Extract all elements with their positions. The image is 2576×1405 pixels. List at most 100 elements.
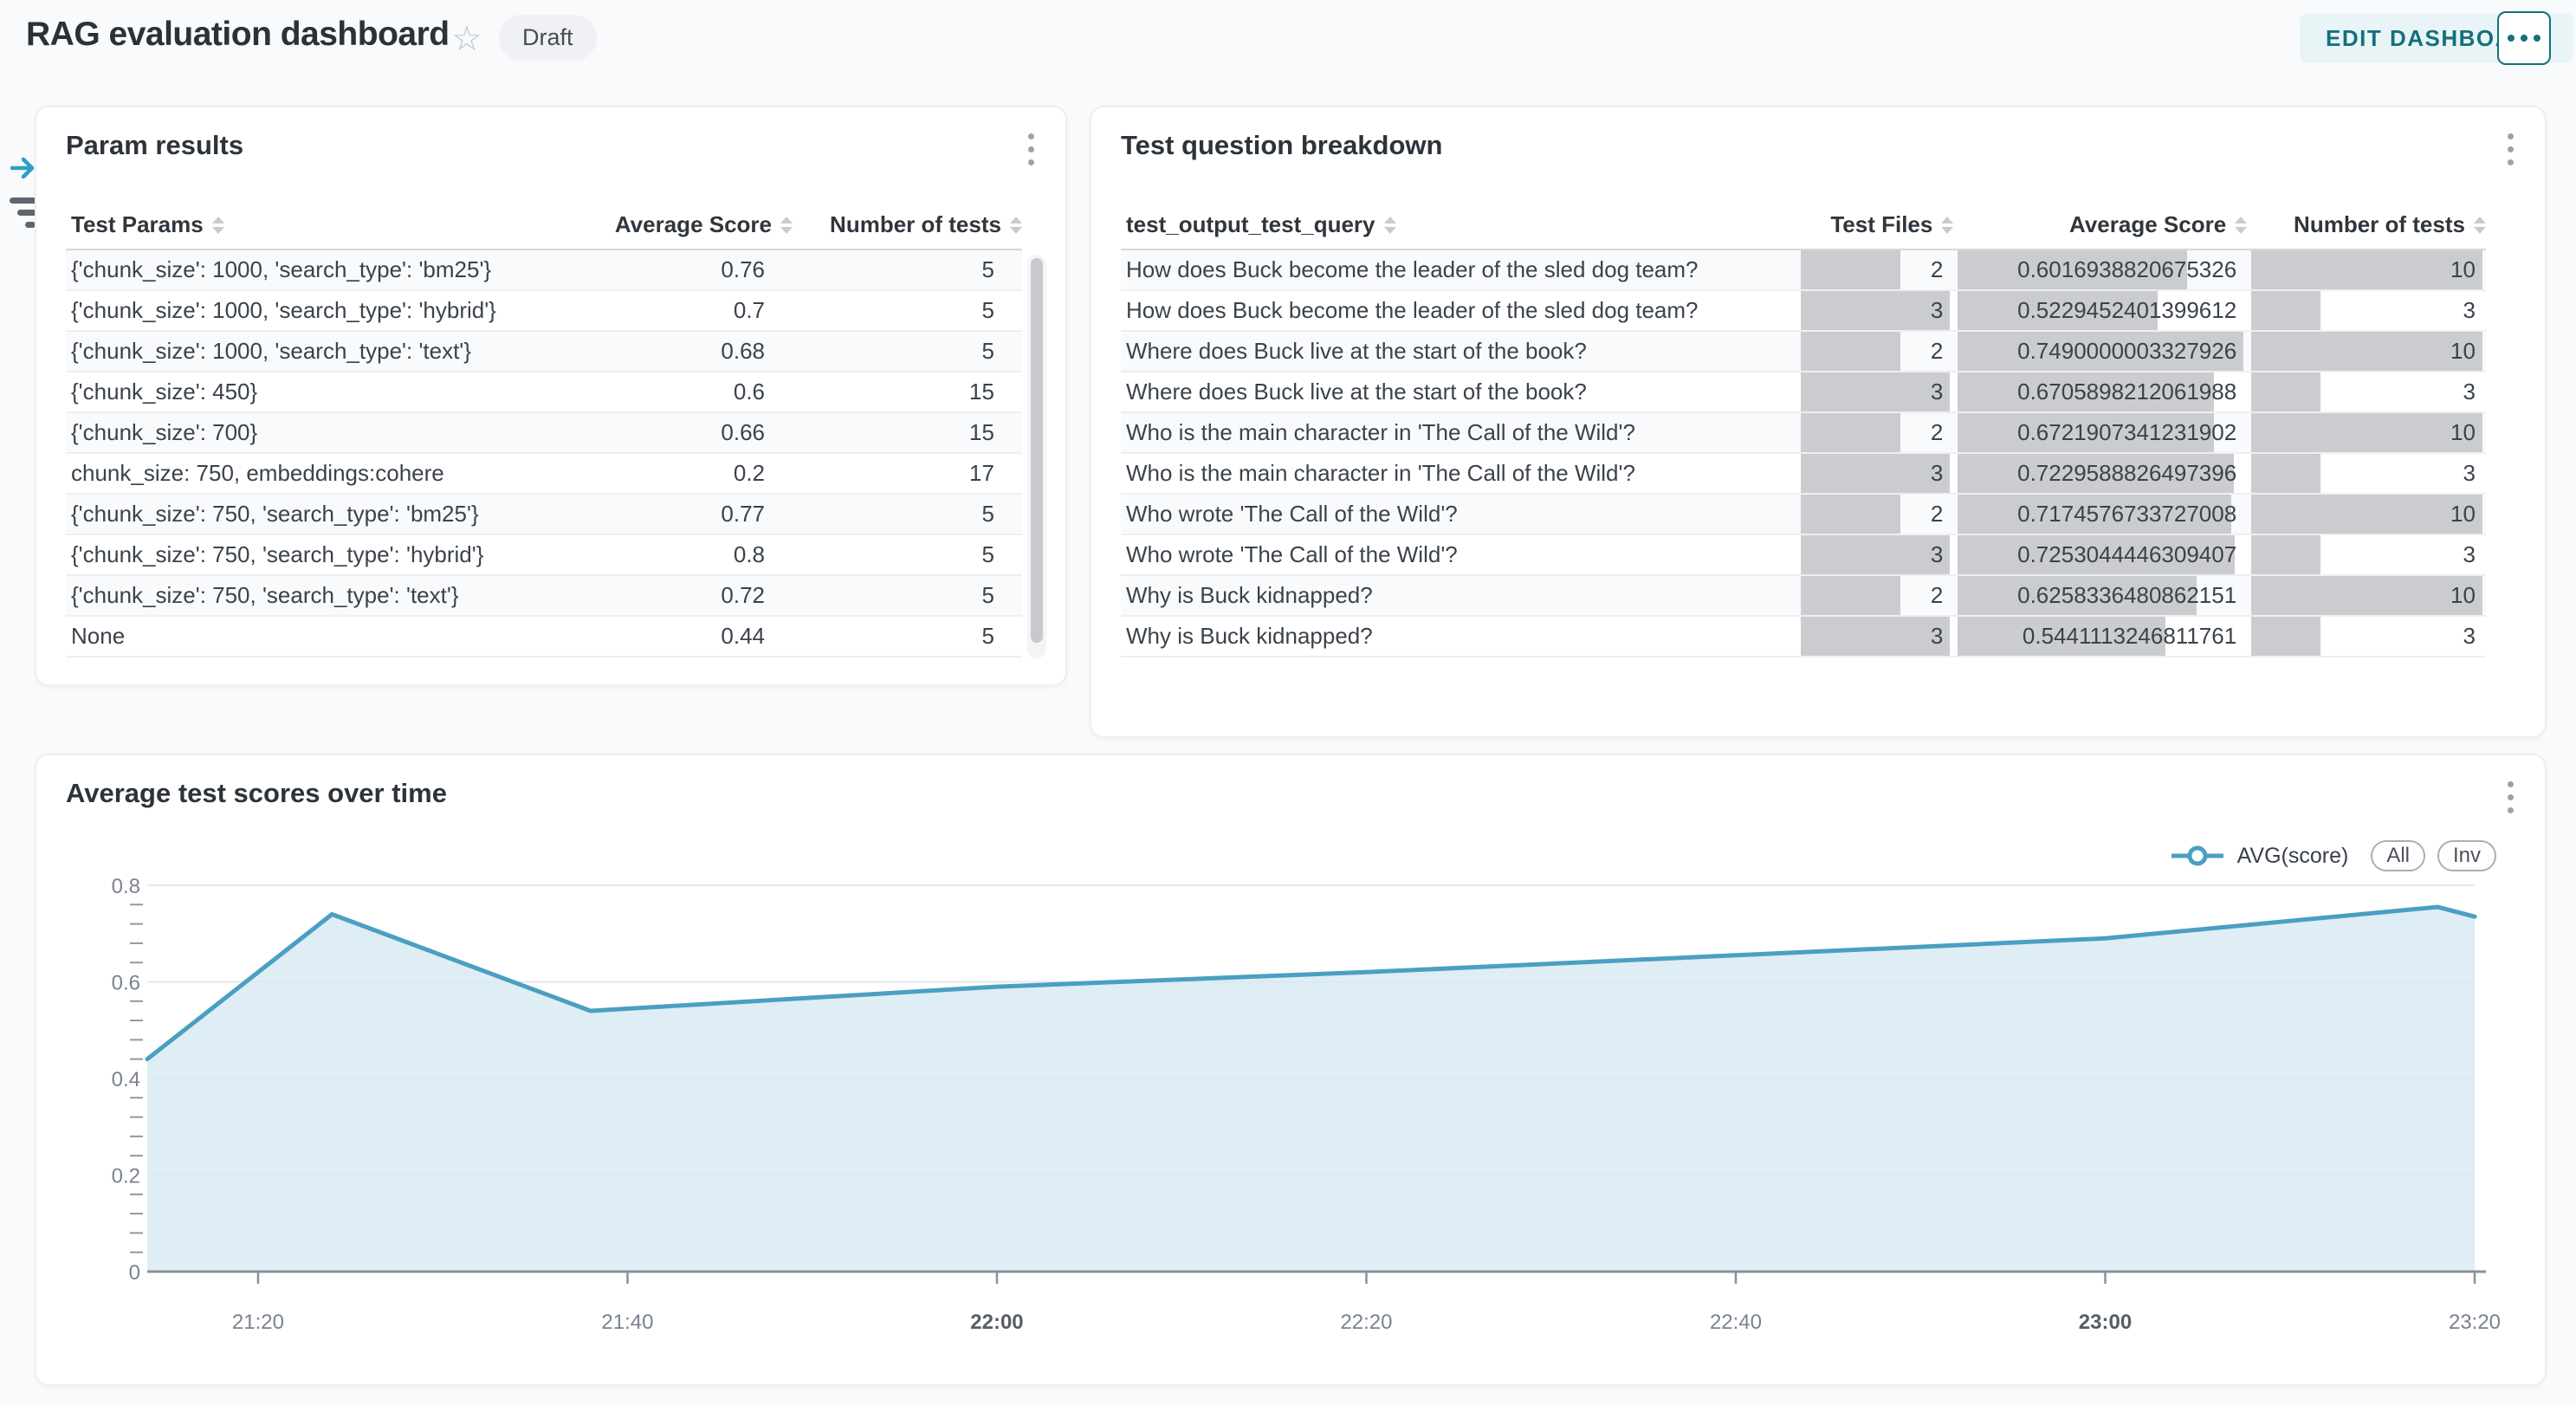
sort-icon[interactable]	[212, 217, 224, 234]
cell-number-of-tests[interactable]: 3	[2247, 617, 2486, 656]
cell-average-score[interactable]: 0.77	[592, 495, 793, 534]
cell-test-files[interactable]: 2	[1796, 332, 1953, 371]
cell-number-of-tests[interactable]: 5	[793, 291, 1022, 330]
column-header-number-of-tests[interactable]: Number of tests	[793, 211, 1022, 238]
cell-number-of-tests[interactable]: 10	[2247, 495, 2486, 534]
table-row[interactable]: Why is Buck kidnapped?20.625833648086215…	[1121, 576, 2486, 617]
cell-test-files[interactable]: 3	[1796, 535, 1953, 574]
cell-test-query[interactable]: Who is the main character in 'The Call o…	[1121, 454, 1796, 493]
cell-test-files[interactable]: 2	[1796, 413, 1953, 452]
cell-test-query[interactable]: Why is Buck kidnapped?	[1121, 576, 1796, 615]
cell-number-of-tests[interactable]: 3	[2247, 291, 2486, 330]
table-row[interactable]: Who is the main character in 'The Call o…	[1121, 413, 2486, 454]
sort-icon[interactable]	[1941, 217, 1953, 234]
column-header-average-score[interactable]: Average Score	[1953, 211, 2247, 238]
scrollbar-thumb[interactable]	[1031, 258, 1043, 643]
cell-average-score[interactable]: 0.2	[592, 454, 793, 493]
column-header-test-files[interactable]: Test Files	[1796, 211, 1953, 238]
favorite-star-icon[interactable]: ☆	[451, 19, 482, 59]
cell-test-params[interactable]: {'chunk_size': 1000, 'search_type': 'tex…	[66, 332, 592, 371]
cell-average-score[interactable]: 0.5229452401399612	[1953, 291, 2247, 330]
cell-average-score[interactable]: 0.7174576733727008	[1953, 495, 2247, 534]
cell-average-score[interactable]: 0.7253044446309407	[1953, 535, 2247, 574]
cell-test-query[interactable]: Why is Buck kidnapped?	[1121, 617, 1796, 656]
sort-icon[interactable]	[1384, 217, 1396, 234]
cell-test-files[interactable]: 2	[1796, 576, 1953, 615]
table-row[interactable]: {'chunk_size': 1000, 'search_type': 'tex…	[66, 332, 1022, 372]
cell-number-of-tests[interactable]: 5	[793, 617, 1022, 656]
cell-average-score[interactable]: 0.76	[592, 250, 793, 289]
cell-test-params[interactable]: {'chunk_size': 750, 'search_type': 'hybr…	[66, 535, 592, 574]
table-row[interactable]: Who wrote 'The Call of the Wild'?30.7253…	[1121, 535, 2486, 576]
cell-test-params[interactable]: {'chunk_size': 700}	[66, 413, 592, 452]
cell-test-query[interactable]: How does Buck become the leader of the s…	[1121, 250, 1796, 289]
cell-test-files[interactable]: 3	[1796, 617, 1953, 656]
table-row[interactable]: {'chunk_size': 700}0.6615	[66, 413, 1022, 454]
table-row[interactable]: How does Buck become the leader of the s…	[1121, 291, 2486, 332]
cell-average-score[interactable]: 0.68	[592, 332, 793, 371]
cell-number-of-tests[interactable]: 10	[2247, 576, 2486, 615]
cell-test-params[interactable]: chunk_size: 750, embeddings:cohere	[66, 454, 592, 493]
cell-average-score[interactable]: 0.66	[592, 413, 793, 452]
table-row[interactable]: None0.445	[66, 617, 1022, 657]
column-header-test-query[interactable]: test_output_test_query	[1121, 211, 1796, 238]
column-header-test-params[interactable]: Test Params	[66, 211, 592, 238]
cell-number-of-tests[interactable]: 3	[2247, 372, 2486, 411]
cell-test-files[interactable]: 3	[1796, 454, 1953, 493]
column-header-average-score[interactable]: Average Score	[592, 211, 793, 238]
cell-number-of-tests[interactable]: 5	[793, 535, 1022, 574]
sort-icon[interactable]	[2235, 217, 2247, 234]
cell-test-params[interactable]: {'chunk_size': 1000, 'search_type': 'bm2…	[66, 250, 592, 289]
table-row[interactable]: How does Buck become the leader of the s…	[1121, 250, 2486, 291]
cell-average-score[interactable]: 0.5441113246811761	[1953, 617, 2247, 656]
table-row[interactable]: {'chunk_size': 1000, 'search_type': 'hyb…	[66, 291, 1022, 332]
cell-test-query[interactable]: Where does Buck live at the start of the…	[1121, 332, 1796, 371]
cell-average-score[interactable]: 0.7	[592, 291, 793, 330]
cell-average-score[interactable]: 0.6016938820675326	[1953, 250, 2247, 289]
cell-number-of-tests[interactable]: 10	[2247, 413, 2486, 452]
table-row[interactable]: Where does Buck live at the start of the…	[1121, 372, 2486, 413]
cell-number-of-tests[interactable]: 10	[2247, 332, 2486, 371]
cell-test-params[interactable]: {'chunk_size': 450}	[66, 372, 592, 411]
cell-average-score[interactable]: 0.44	[592, 617, 793, 656]
cell-average-score[interactable]: 0.6721907341231902	[1953, 413, 2247, 452]
cell-number-of-tests[interactable]: 15	[793, 372, 1022, 411]
cell-average-score[interactable]: 0.7490000003327926	[1953, 332, 2247, 371]
cell-average-score[interactable]: 0.7229588826497396	[1953, 454, 2247, 493]
more-options-button[interactable]	[2497, 11, 2551, 65]
cell-average-score[interactable]: 0.72	[592, 576, 793, 615]
table-scrollbar[interactable]	[1027, 255, 1046, 658]
sort-icon[interactable]	[1010, 217, 1022, 234]
cell-test-files[interactable]: 3	[1796, 372, 1953, 411]
sort-icon[interactable]	[2474, 217, 2486, 234]
cell-number-of-tests[interactable]: 5	[793, 332, 1022, 371]
cell-number-of-tests[interactable]: 5	[793, 495, 1022, 534]
cell-test-params[interactable]: {'chunk_size': 1000, 'search_type': 'hyb…	[66, 291, 592, 330]
scores-line-chart[interactable]: 00.20.40.60.821:2021:4022:0022:2022:4023…	[36, 755, 2548, 1388]
table-row[interactable]: {'chunk_size': 750, 'search_type': 'bm25…	[66, 495, 1022, 535]
cell-number-of-tests[interactable]: 3	[2247, 454, 2486, 493]
cell-test-query[interactable]: Who is the main character in 'The Call o…	[1121, 413, 1796, 452]
cell-number-of-tests[interactable]: 5	[793, 576, 1022, 615]
card-menu-kebab-icon[interactable]	[1025, 130, 1038, 169]
cell-test-query[interactable]: How does Buck become the leader of the s…	[1121, 291, 1796, 330]
cell-test-query[interactable]: Who wrote 'The Call of the Wild'?	[1121, 495, 1796, 534]
cell-test-query[interactable]: Who wrote 'The Call of the Wild'?	[1121, 535, 1796, 574]
cell-test-params[interactable]: None	[66, 617, 592, 656]
cell-test-params[interactable]: {'chunk_size': 750, 'search_type': 'bm25…	[66, 495, 592, 534]
table-row[interactable]: {'chunk_size': 750, 'search_type': 'hybr…	[66, 535, 1022, 576]
cell-test-files[interactable]: 3	[1796, 291, 1953, 330]
cell-test-files[interactable]: 2	[1796, 250, 1953, 289]
cell-number-of-tests[interactable]: 3	[2247, 535, 2486, 574]
cell-average-score[interactable]: 0.8	[592, 535, 793, 574]
cell-test-query[interactable]: Where does Buck live at the start of the…	[1121, 372, 1796, 411]
cell-test-params[interactable]: {'chunk_size': 750, 'search_type': 'text…	[66, 576, 592, 615]
cell-average-score[interactable]: 0.6705898212061988	[1953, 372, 2247, 411]
column-header-number-of-tests[interactable]: Number of tests	[2247, 211, 2486, 238]
cell-average-score[interactable]: 0.6258336480862151	[1953, 576, 2247, 615]
table-row[interactable]: Who is the main character in 'The Call o…	[1121, 454, 2486, 495]
table-row[interactable]: Why is Buck kidnapped?30.544111324681176…	[1121, 617, 2486, 657]
cell-number-of-tests[interactable]: 10	[2247, 250, 2486, 289]
sort-icon[interactable]	[780, 217, 793, 234]
table-row[interactable]: {'chunk_size': 1000, 'search_type': 'bm2…	[66, 250, 1022, 291]
